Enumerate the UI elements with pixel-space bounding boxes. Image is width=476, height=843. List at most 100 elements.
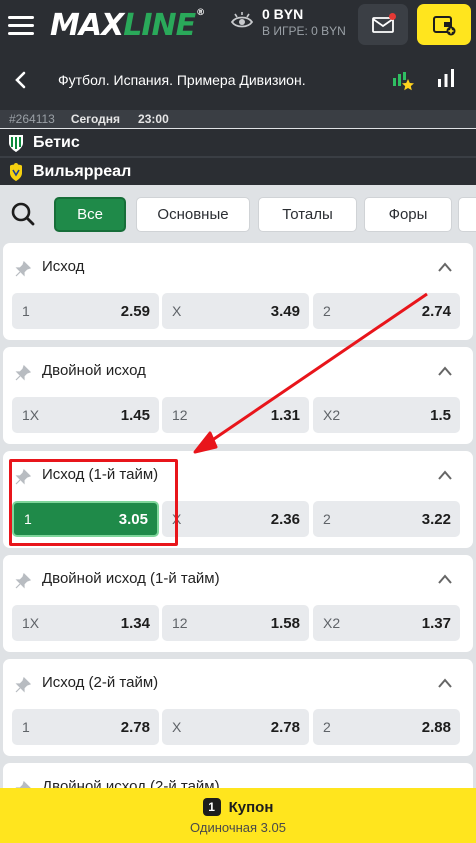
- logo-line-text: LINE: [123, 7, 196, 43]
- odd-label: 1X: [22, 615, 40, 631]
- back-button[interactable]: [0, 58, 40, 102]
- odd-button[interactable]: 2 2.88: [313, 709, 460, 745]
- market-title: Исход (2-й тайм): [42, 674, 159, 691]
- odd-value: 2.88: [421, 718, 451, 736]
- chevron-up-icon[interactable]: [437, 261, 453, 273]
- odd-label: X: [172, 511, 182, 527]
- tab-handicaps[interactable]: Форы: [364, 197, 452, 232]
- team-home-name: Бетис: [33, 133, 80, 151]
- odd-button[interactable]: 2 3.22: [313, 501, 460, 537]
- odd-label: 1: [24, 511, 32, 527]
- odd-value: 1.31: [270, 406, 300, 424]
- market-card: Двойной исход (1-й тайм) 1X 1.34 12 1.58 X…: [3, 555, 473, 652]
- odd-label: X: [172, 303, 182, 319]
- pin-icon[interactable]: [15, 365, 31, 381]
- market-header[interactable]: Двойной исход: [3, 347, 473, 393]
- menu-icon[interactable]: [0, 0, 44, 50]
- chevron-up-icon[interactable]: [437, 573, 453, 585]
- pin-icon[interactable]: [15, 573, 31, 589]
- odd-label: X2: [323, 615, 341, 631]
- balance-widget[interactable]: 0 BYN В ИГРЕ: 0 BYN: [230, 6, 346, 38]
- match-time: 23:00: [138, 112, 169, 126]
- match-date: Сегодня: [70, 112, 121, 126]
- team-row-away: Вильярреал: [0, 158, 476, 185]
- market-header[interactable]: Двойной исход (1-й тайм): [3, 555, 473, 601]
- odd-value: 2.36: [270, 510, 300, 528]
- odd-button[interactable]: 1X 1.34: [12, 605, 159, 641]
- pin-icon[interactable]: [15, 677, 31, 693]
- chevron-up-icon[interactable]: [437, 469, 453, 481]
- deposit-button[interactable]: [417, 4, 471, 45]
- breadcrumb: Футбол. Испания. Примера Дивизион.: [58, 72, 306, 88]
- odd-button[interactable]: X2 1.37: [313, 605, 460, 641]
- odd-button[interactable]: 2 2.74: [313, 293, 460, 329]
- notification-dot: [389, 13, 396, 20]
- odd-button[interactable]: X 3.49: [162, 293, 309, 329]
- odd-label: 12: [172, 407, 188, 423]
- odd-button[interactable]: X 2.36: [162, 501, 309, 537]
- market-header[interactable]: Исход (1-й тайм): [3, 451, 473, 497]
- odd-value: 1.58: [270, 614, 300, 632]
- market-card: Исход (2-й тайм) 1 2.78 X 2.78 2 2.88: [3, 659, 473, 756]
- match-meta-row: #264113 Сегодня 23:00: [0, 110, 476, 128]
- chevron-up-icon[interactable]: [437, 677, 453, 689]
- market-card: Двойной исход 1X 1.45 12 1.31 X2 1.5: [3, 347, 473, 444]
- chevron-up-icon[interactable]: [437, 365, 453, 377]
- odd-label: 1: [22, 719, 30, 735]
- hidden-eye-icon[interactable]: [230, 10, 254, 34]
- odd-button[interactable]: 12 1.31: [162, 397, 309, 433]
- odd-value: 2.78: [270, 718, 300, 736]
- market-title: Двойной исход (1-й тайм): [42, 570, 220, 587]
- coupon-label: Купон: [228, 798, 274, 816]
- tab-totals[interactable]: Тоталы: [258, 197, 357, 232]
- odd-button-selected[interactable]: 1 3.05: [12, 501, 159, 537]
- tab-all[interactable]: Все: [54, 197, 126, 232]
- team-row-home: Бетис: [0, 129, 476, 156]
- logo[interactable]: MAX LINE ®: [50, 0, 205, 50]
- tab-more[interactable]: [458, 197, 476, 232]
- odd-value: 3.22: [421, 510, 451, 528]
- statistics-icon[interactable]: [436, 68, 456, 88]
- pin-icon[interactable]: [15, 261, 31, 277]
- odd-value: 1.37: [421, 614, 451, 632]
- live-favorite-icon[interactable]: [390, 68, 416, 92]
- odd-label: 2: [323, 511, 331, 527]
- odd-value: 1.34: [120, 614, 150, 632]
- odd-value: 3.49: [270, 302, 300, 320]
- odd-button[interactable]: X 2.78: [162, 709, 309, 745]
- odd-button[interactable]: 1 2.78: [12, 709, 159, 745]
- match-id: #264113: [9, 112, 55, 126]
- odd-button[interactable]: 1 2.59: [12, 293, 159, 329]
- market-filter-bar: Все Основные Тоталы Форы: [0, 185, 476, 243]
- market-title: Исход: [42, 258, 85, 275]
- odd-button[interactable]: X2 1.5: [313, 397, 460, 433]
- team-crest-icon: [9, 134, 23, 152]
- logo-registered-mark: ®: [196, 8, 205, 18]
- tab-main[interactable]: Основные: [136, 197, 250, 232]
- market-title: Исход (1-й тайм): [42, 466, 159, 483]
- odd-button[interactable]: 1X 1.45: [12, 397, 159, 433]
- odd-button[interactable]: 12 1.58: [162, 605, 309, 641]
- coupon-bar[interactable]: 1 Купон Одиночная 3.05: [0, 788, 476, 843]
- market-header[interactable]: Исход (2-й тайм): [3, 659, 473, 705]
- team-away-name: Вильярреал: [33, 162, 132, 180]
- match-header: Футбол. Испания. Примера Дивизион.: [0, 50, 476, 110]
- odd-value: 1.5: [430, 406, 451, 424]
- market-card: Исход 1 2.59 X 3.49 2 2.74: [3, 243, 473, 340]
- market-title: Двойной исход: [42, 362, 146, 379]
- pin-icon[interactable]: [15, 469, 31, 485]
- wallet-icon: [433, 15, 456, 35]
- odd-label: 12: [172, 615, 188, 631]
- coupon-count-badge: 1: [202, 798, 221, 816]
- odd-label: X2: [323, 407, 341, 423]
- market-card: Исход (1-й тайм) 1 3.05 X 2.36 2 3.22: [3, 451, 473, 548]
- odd-value: 1.45: [120, 406, 150, 424]
- odd-value: 2.59: [120, 302, 150, 320]
- search-icon[interactable]: [10, 201, 36, 227]
- balance-amount: 0 BYN: [262, 6, 304, 22]
- odd-label: 1X: [22, 407, 40, 423]
- back-arrow-icon: [15, 71, 26, 89]
- messages-button[interactable]: [358, 4, 408, 45]
- market-header[interactable]: Исход: [3, 243, 473, 289]
- odd-value: 3.05: [118, 510, 148, 528]
